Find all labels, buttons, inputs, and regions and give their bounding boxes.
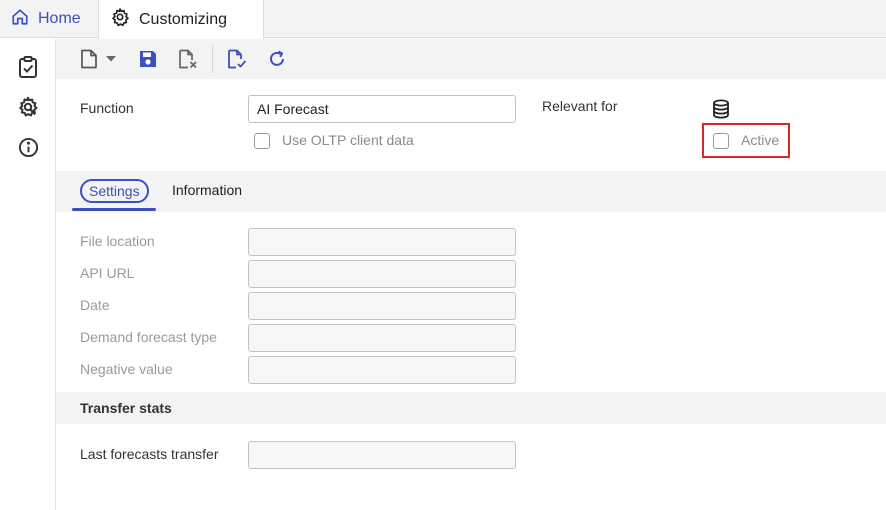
negative-value-label: Negative value [80, 361, 173, 377]
toolbar-separator [212, 45, 213, 73]
new-document-icon[interactable] [77, 47, 101, 71]
last-forecasts-transfer-field[interactable] [248, 441, 516, 469]
home-icon [11, 8, 29, 31]
api-url-label: API URL [80, 265, 135, 281]
last-forecasts-transfer-label: Last forecasts transfer [80, 446, 219, 462]
negative-value-field[interactable] [248, 356, 516, 384]
active-checkbox[interactable] [713, 133, 729, 149]
clipboard-check-icon[interactable] [17, 56, 39, 78]
validate-document-icon[interactable] [225, 47, 249, 71]
settings-search-icon[interactable] [17, 96, 39, 118]
transfer-stats-section: Transfer stats [56, 392, 886, 424]
tab-home-label: Home [38, 10, 81, 27]
tab-customizing[interactable]: Customizing [98, 0, 264, 39]
relevant-for-label: Relevant for [542, 98, 618, 114]
use-oltp-label: Use OLTP client data [282, 132, 414, 148]
refresh-icon[interactable] [265, 47, 289, 71]
toolbar [56, 39, 886, 79]
demand-forecast-type-label: Demand forecast type [80, 329, 217, 345]
demand-forecast-type-field[interactable] [248, 324, 516, 352]
gear-icon [110, 7, 130, 32]
save-icon[interactable] [136, 47, 160, 71]
tab-settings[interactable]: Settings [80, 179, 149, 203]
date-label: Date [80, 297, 110, 313]
active-label: Active [741, 132, 780, 148]
tab-information[interactable]: Information [172, 182, 242, 198]
dropdown-arrow-icon[interactable] [104, 47, 118, 71]
function-field[interactable]: AI Forecast [248, 95, 516, 123]
discard-document-icon[interactable] [176, 47, 200, 71]
date-field[interactable] [248, 292, 516, 320]
tab-bar: Home Customizing [0, 0, 886, 39]
file-location-field[interactable] [248, 228, 516, 256]
transfer-stats-title: Transfer stats [80, 400, 172, 416]
function-label: Function [80, 100, 134, 116]
file-location-label: File location [80, 233, 155, 249]
left-sidebar [0, 39, 56, 510]
api-url-field[interactable] [248, 260, 516, 288]
info-icon[interactable] [17, 136, 39, 158]
use-oltp-checkbox[interactable] [254, 133, 270, 149]
subtab-bar: Settings Information [56, 171, 886, 212]
database-icon [712, 99, 730, 119]
tab-settings-underline [72, 208, 156, 211]
tab-customizing-label: Customizing [139, 10, 228, 28]
tab-home[interactable]: Home [0, 0, 98, 38]
